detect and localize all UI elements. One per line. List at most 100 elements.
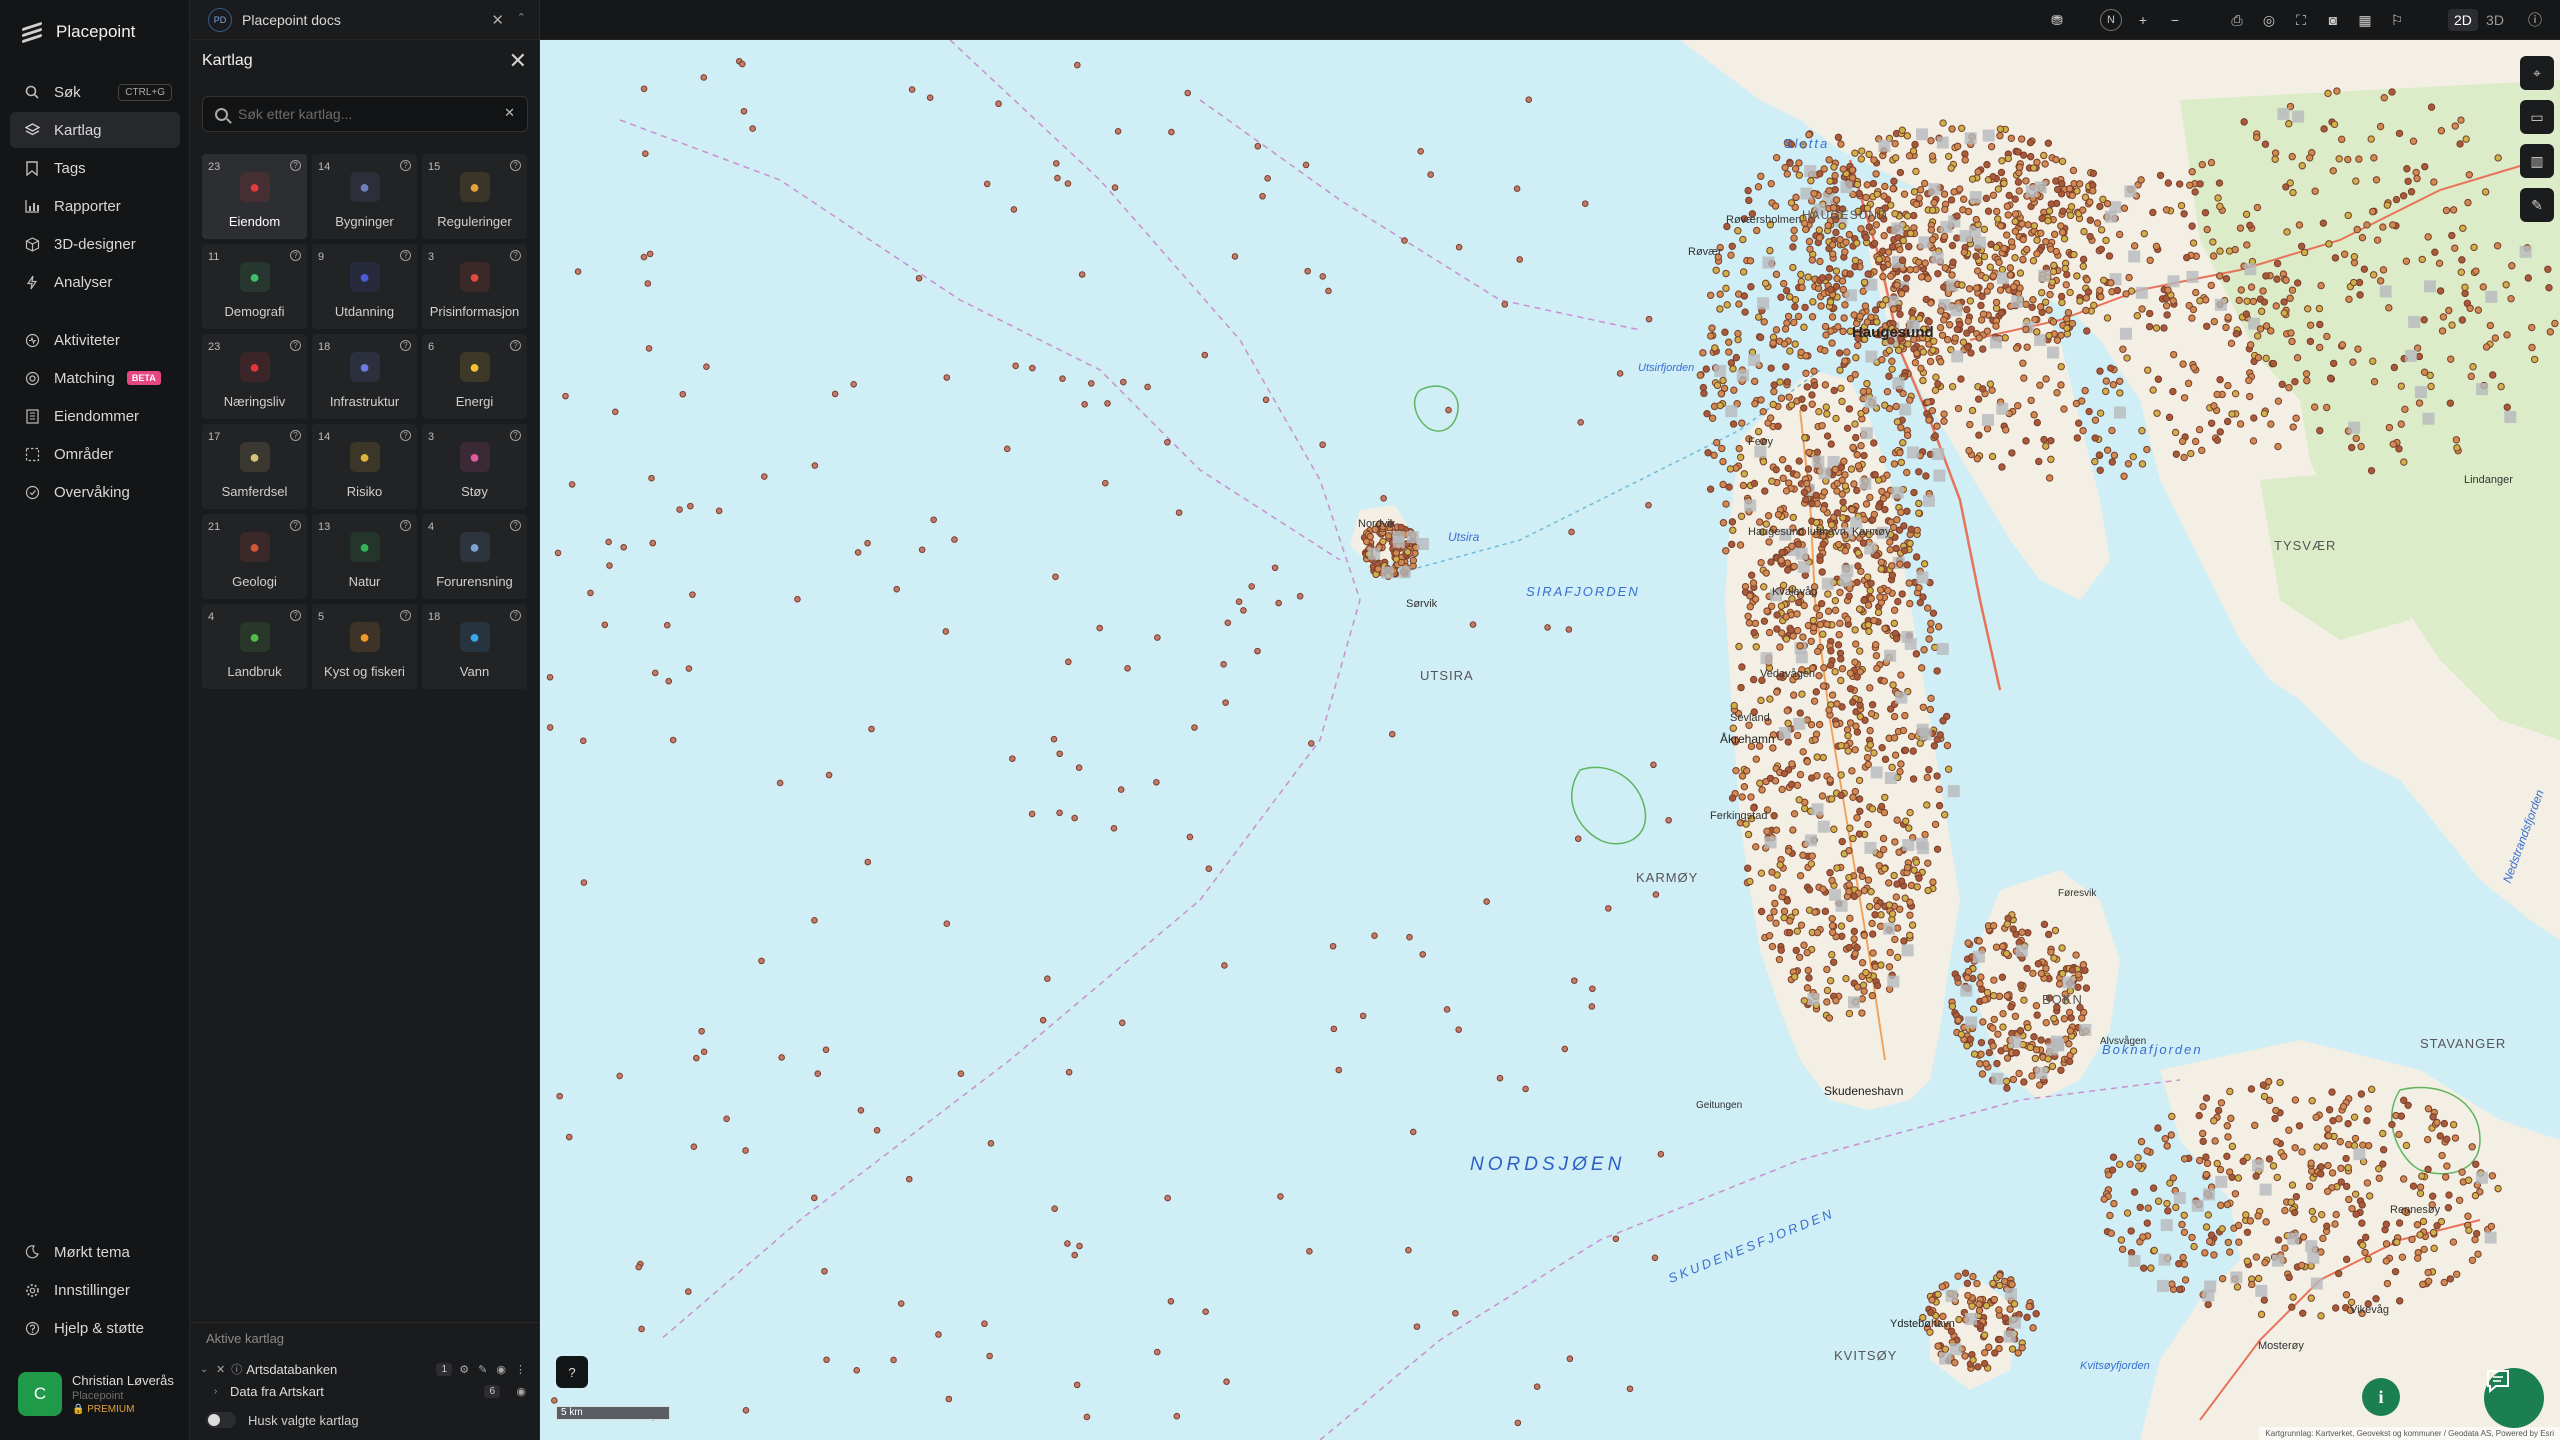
observation-marker[interactable] [1745,619,1754,627]
observation-marker[interactable] [1757,869,1766,877]
nav-item-tags[interactable]: Tags [10,150,180,186]
tile-info-icon[interactable]: ? [290,340,301,351]
observation-marker[interactable] [2216,202,2224,211]
observation-marker[interactable] [2392,195,2401,204]
observation-marker[interactable] [2462,135,2470,143]
observation-marker[interactable] [1940,316,1948,324]
observation-marker[interactable] [611,408,619,416]
observation-marker[interactable] [1845,592,1853,600]
observation-marker[interactable] [2328,1088,2336,1096]
observation-marker[interactable] [1650,761,1657,769]
observation-marker[interactable] [640,253,648,261]
observation-marker[interactable] [2037,1036,2045,1044]
cluster-marker[interactable] [1864,396,1877,409]
observation-marker[interactable] [1729,724,1737,732]
observation-marker[interactable] [2207,281,2215,290]
observation-marker[interactable] [2180,453,2188,462]
observation-marker[interactable] [2042,442,2050,450]
observation-marker[interactable] [2074,970,2083,979]
observation-marker[interactable] [1975,334,1983,342]
observation-marker[interactable] [1917,664,1926,672]
observation-marker[interactable] [1827,440,1835,448]
observation-marker[interactable] [1275,599,1282,607]
observation-marker[interactable] [778,1054,785,1061]
observation-marker[interactable] [1384,532,1393,540]
observation-marker[interactable] [1846,669,1855,677]
observation-marker[interactable] [1965,446,1973,455]
observation-marker[interactable] [2172,450,2181,458]
observation-marker[interactable] [1078,271,1086,278]
observation-marker[interactable] [2252,1172,2260,1180]
observation-marker[interactable] [1768,884,1777,892]
observation-marker[interactable] [2269,359,2278,368]
observation-marker[interactable] [1734,227,1742,235]
observation-marker[interactable] [1954,404,1963,413]
observation-marker[interactable] [1735,444,1743,453]
observation-marker[interactable] [1990,1295,1999,1304]
observation-marker[interactable] [2433,1222,2441,1230]
observation-marker[interactable] [1864,876,1873,884]
observation-marker[interactable] [1840,457,1848,465]
observation-marker[interactable] [2124,460,2133,468]
observation-marker[interactable] [2176,1285,2184,1294]
observation-marker[interactable] [908,86,916,93]
observation-marker[interactable] [1886,546,1894,554]
observation-marker[interactable] [1877,802,1886,811]
observation-marker[interactable] [2153,409,2161,417]
observation-marker[interactable] [1074,61,1081,69]
observation-marker[interactable] [2382,1257,2391,1265]
observation-marker[interactable] [2235,296,2243,305]
observation-marker[interactable] [1980,1359,1989,1368]
observation-marker[interactable] [2029,257,2038,265]
observation-marker[interactable] [2041,160,2049,168]
observation-marker[interactable] [1919,348,1928,356]
cluster-marker[interactable] [2404,349,2417,362]
observation-marker[interactable] [1786,917,1794,925]
observation-marker[interactable] [1855,776,1864,785]
cluster-marker[interactable] [2348,421,2361,434]
observation-marker[interactable] [2019,359,2027,367]
observation-marker[interactable] [1843,726,1852,734]
observation-marker[interactable] [1863,753,1872,762]
cluster-marker[interactable] [2052,1038,2065,1051]
observation-marker[interactable] [1799,748,1807,756]
observation-marker[interactable] [2350,253,2359,261]
observation-marker[interactable] [1059,375,1066,382]
observation-marker[interactable] [2083,327,2091,335]
observation-marker[interactable] [2424,1277,2433,1285]
observation-marker[interactable] [1890,305,1898,313]
observation-marker[interactable] [2289,188,2297,197]
observation-marker[interactable] [1876,922,1885,930]
cluster-marker[interactable] [2079,1023,2092,1036]
observation-marker[interactable] [2285,383,2293,392]
observation-marker[interactable] [2025,1302,2033,1311]
observation-marker[interactable] [2335,155,2343,163]
observation-marker[interactable] [1896,560,1904,568]
cluster-marker[interactable] [2292,110,2305,123]
observation-marker[interactable] [2065,185,2074,193]
observation-marker[interactable] [1891,751,1900,759]
observation-marker[interactable] [1948,382,1957,391]
observation-marker[interactable] [1913,526,1921,534]
observation-marker[interactable] [2156,171,2165,180]
observation-marker[interactable] [2413,174,2421,183]
observation-marker[interactable] [1988,386,1996,394]
observation-marker[interactable] [1863,379,1871,388]
analysis-tool-button[interactable]: ▥ [2520,144,2554,178]
observation-marker[interactable] [1765,628,1774,637]
observation-marker[interactable] [2203,322,2211,330]
observation-marker[interactable] [1837,771,1845,779]
observation-marker[interactable] [1850,935,1858,943]
cluster-marker[interactable] [2038,269,2051,282]
observation-marker[interactable] [1884,586,1892,595]
observation-marker[interactable] [850,380,857,388]
observation-marker[interactable] [2069,1047,2078,1055]
observation-marker[interactable] [1744,864,1752,872]
observation-marker[interactable] [1903,431,1912,440]
observation-marker[interactable] [1919,376,1927,385]
observation-marker[interactable] [1757,907,1766,916]
nav-item-overvaking[interactable]: Overvåking [10,474,180,510]
observation-marker[interactable] [2134,1162,2143,1170]
observation-marker[interactable] [2524,274,2532,282]
observation-marker[interactable] [2323,1187,2332,1196]
